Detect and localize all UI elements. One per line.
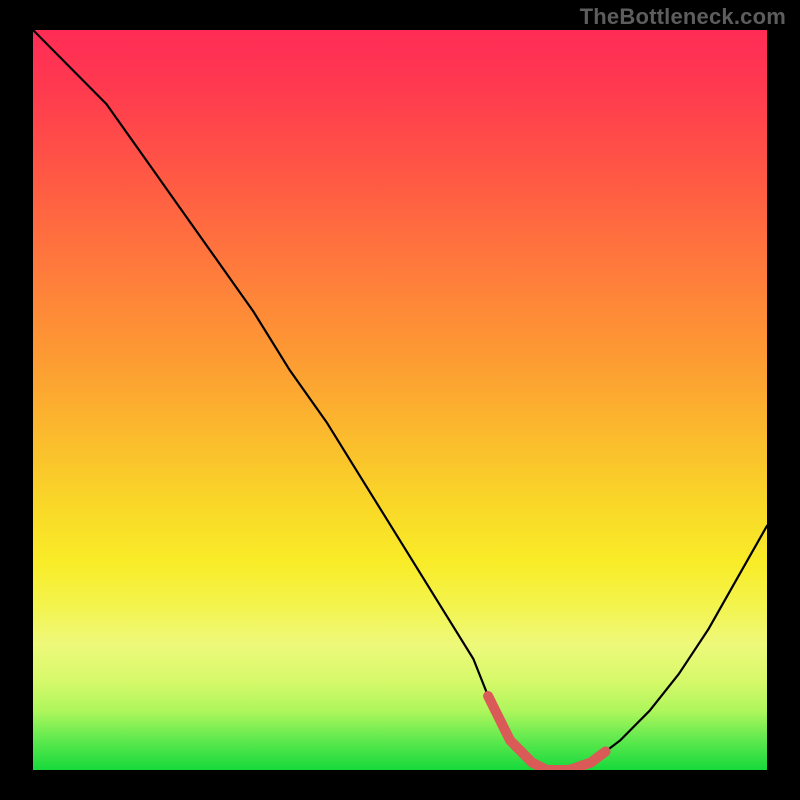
curve-layer <box>33 30 767 770</box>
trough-highlight <box>488 696 605 770</box>
chart-container: TheBottleneck.com <box>0 0 800 800</box>
bottleneck-curve <box>33 30 767 770</box>
watermark-text: TheBottleneck.com <box>580 4 786 30</box>
plot-area <box>33 30 767 770</box>
